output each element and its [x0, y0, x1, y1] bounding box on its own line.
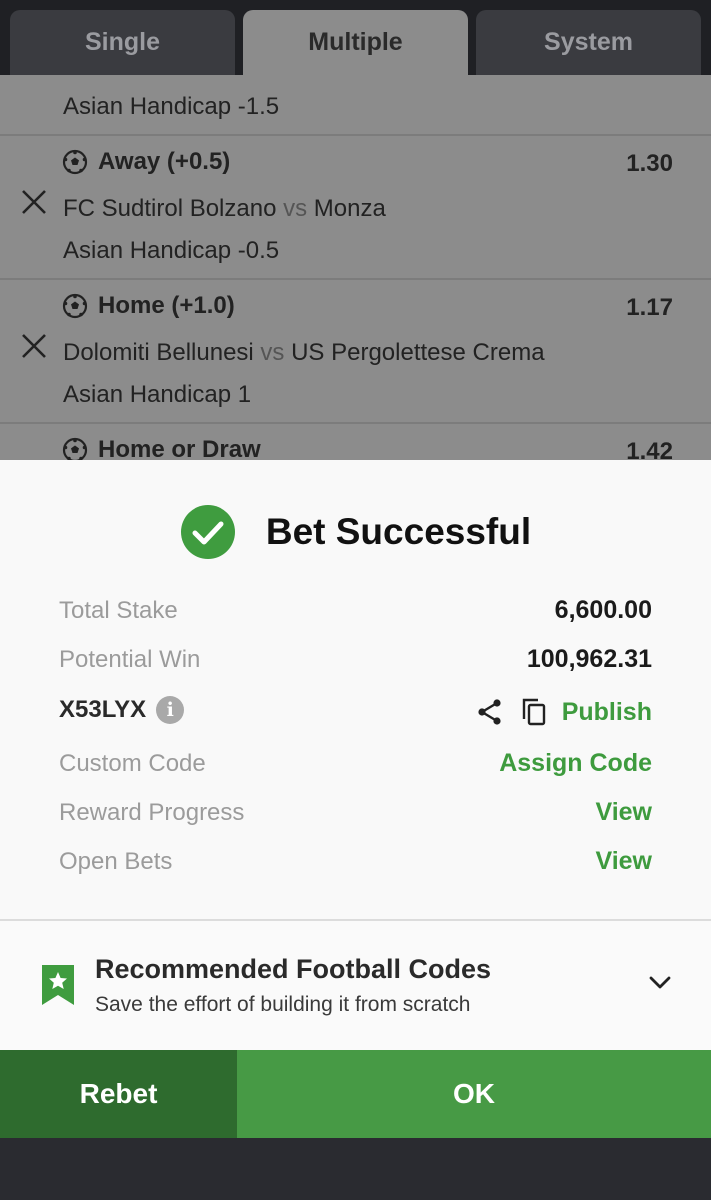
tab-multiple[interactable]: Multiple: [243, 10, 468, 75]
tab-single[interactable]: Single: [10, 10, 235, 75]
potential-win-label: Potential Win: [59, 646, 201, 673]
bet-success-sheet: Bet Successful Total Stake 6,600.00 Pote…: [0, 460, 711, 1050]
football-icon: [62, 293, 88, 319]
divider: [0, 278, 711, 280]
publish-link[interactable]: Publish: [562, 698, 652, 727]
bet-odds: 1.30: [626, 150, 673, 177]
away-team: Monza: [313, 195, 386, 222]
open-bets-label: Open Bets: [59, 848, 173, 875]
ok-button[interactable]: OK: [237, 1050, 711, 1138]
bookmark-star-icon: [42, 965, 74, 1005]
open-bets-view-link[interactable]: View: [595, 847, 652, 876]
rebet-button[interactable]: Rebet: [0, 1050, 237, 1138]
recommended-title: Recommended Football Codes: [95, 954, 492, 984]
bet-selection: Home or Draw: [62, 436, 261, 460]
success-title: Bet Successful: [265, 511, 532, 552]
share-icon[interactable]: [476, 698, 504, 726]
selection-label: Home (+1.0): [98, 292, 235, 319]
bottom-bar: [0, 1138, 711, 1200]
custom-code-label: Custom Code: [59, 750, 206, 777]
betslip-list: Asian Handicap -1.5 Away (+0.5) 1.30 FC …: [0, 75, 711, 460]
vs-label: vs: [283, 195, 308, 222]
booking-code: X53LYX i: [59, 696, 185, 724]
home-team: FC Sudtirol Bolzano: [63, 195, 277, 222]
success-header: Bet Successful: [0, 502, 711, 562]
tab-system[interactable]: System: [476, 10, 701, 75]
bet-odds: 1.42: [626, 438, 673, 460]
close-icon[interactable]: [20, 188, 48, 216]
bet-match: FC Sudtirol Bolzano vs Monza: [63, 195, 386, 223]
bet-type-tabs: Single Multiple System: [0, 0, 711, 75]
total-stake-label: Total Stake: [59, 597, 178, 624]
close-icon[interactable]: [20, 332, 48, 360]
booking-code-value: X53LYX: [59, 696, 147, 723]
football-icon: [62, 149, 88, 175]
bet-odds: 1.17: [626, 294, 673, 321]
chevron-down-icon[interactable]: [648, 975, 672, 991]
bet-match: Dolomiti Bellunesi vs US Pergolettese Cr…: [63, 339, 545, 367]
divider: [0, 134, 711, 136]
away-team: US Pergolettese Crema: [291, 339, 545, 366]
bet-market: Asian Handicap -1.5: [63, 93, 280, 120]
bet-selection: Away (+0.5): [62, 148, 230, 176]
recommended-subtitle: Save the effort of building it from scra…: [95, 993, 471, 1016]
divider: [0, 422, 711, 424]
recommended-codes-panel[interactable]: Recommended Football Codes Save the effo…: [0, 921, 711, 1050]
selection-label: Away (+0.5): [98, 148, 231, 175]
home-team: Dolomiti Bellunesi: [63, 339, 254, 366]
check-circle-icon: [180, 505, 235, 559]
info-icon[interactable]: i: [156, 696, 185, 724]
total-stake-value: 6,600.00: [554, 596, 652, 624]
bet-market: Asian Handicap -0.5: [63, 237, 280, 264]
bet-selection: Home (+1.0): [62, 292, 235, 320]
assign-code-link[interactable]: Assign Code: [499, 749, 652, 778]
football-icon: [62, 437, 88, 460]
copy-icon[interactable]: [520, 697, 548, 727]
reward-progress-label: Reward Progress: [59, 799, 245, 826]
vs-label: vs: [260, 339, 285, 366]
bet-market: Asian Handicap 1: [63, 381, 252, 408]
reward-progress-view-link[interactable]: View: [595, 798, 652, 827]
selection-label: Home or Draw: [98, 436, 261, 460]
potential-win-value: 100,962.31: [526, 645, 652, 673]
